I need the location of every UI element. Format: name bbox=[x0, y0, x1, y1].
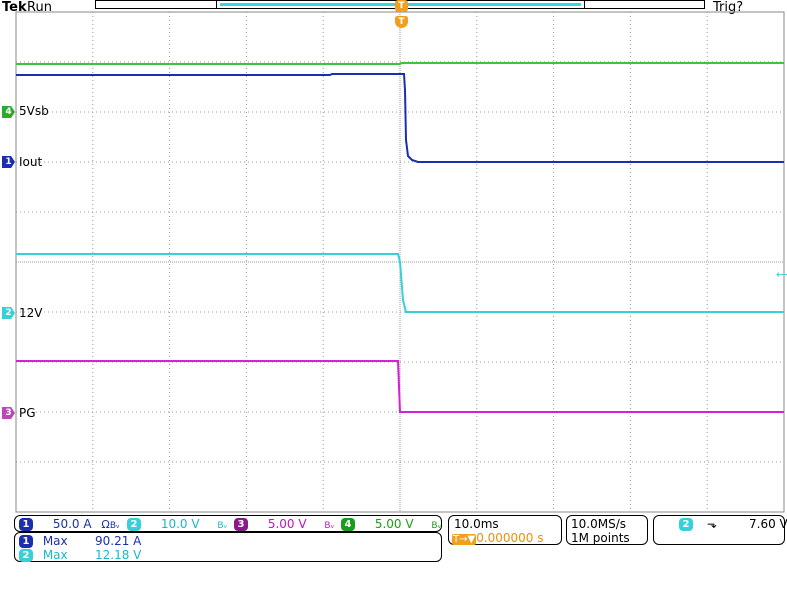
measurement-row: 2 Max 12.18 V bbox=[19, 548, 141, 562]
ch2-scale-value: 10.0 V bbox=[160, 517, 200, 531]
ch2-bandwidth-icon: Bᵥ bbox=[217, 521, 228, 531]
measurement-row: 1 Max 90.21 A bbox=[19, 534, 141, 548]
horizontal-position: T→▼0.000000 s bbox=[452, 531, 544, 545]
meas1-label: Max bbox=[42, 534, 68, 548]
trigger-level: 7.60 V bbox=[749, 517, 787, 531]
ch3-badge: 3 bbox=[234, 518, 248, 531]
ch4-label: 5Vsb bbox=[19, 104, 49, 118]
ch3-label: PG bbox=[19, 406, 36, 420]
ch1-bandwidth-icon: Bᵥ bbox=[109, 521, 120, 531]
trigger-source-badge: 2 bbox=[679, 518, 693, 531]
ch3-scale-value: 5.00 V bbox=[267, 517, 307, 531]
ch1-label: Iout bbox=[19, 155, 43, 169]
meas2-badge: 2 bbox=[19, 549, 33, 562]
waveform-display: ⟵ bbox=[15, 11, 787, 513]
ch3-scale[interactable]: 3 5.00 V Bᵥ bbox=[234, 517, 334, 531]
trigger-marker-top[interactable]: T bbox=[395, 0, 408, 12]
falling-edge-icon: ⬎ bbox=[706, 517, 717, 531]
ch2-scale[interactable]: 2 10.0 V Bᵥ bbox=[127, 517, 227, 531]
meas2-value: 12.18 V bbox=[95, 548, 142, 562]
meas1-badge: 1 bbox=[19, 535, 33, 548]
meas2-label: Max bbox=[42, 548, 68, 562]
channel-scale-readout[interactable]: 1 50.0 A ΩBᵥ 2 10.0 V Bᵥ 3 5.00 V Bᵥ 4 5… bbox=[14, 515, 442, 532]
ch4-scale-value: 5.00 V bbox=[374, 517, 414, 531]
trigger-settings: 2 ⬎ 7.60 V bbox=[679, 517, 787, 531]
ch3-bandwidth-icon: Bᵥ bbox=[324, 521, 335, 531]
ch1-badge: 1 bbox=[19, 518, 33, 531]
acquisition-readout[interactable]: 10.0MS/s 1M points bbox=[566, 515, 648, 545]
ch1-impedance-icon: Ω bbox=[101, 518, 110, 531]
meas1-value: 90.21 A bbox=[95, 534, 142, 548]
trigger-position-icon: T→▼ bbox=[452, 534, 477, 545]
ch4-bandwidth-icon: Bᵥ bbox=[431, 521, 442, 531]
ch1-scale-value: 50.0 A bbox=[52, 517, 92, 531]
ch1-scale[interactable]: 1 50.0 A ΩBᵥ bbox=[19, 517, 120, 531]
ch2-badge: 2 bbox=[127, 518, 141, 531]
sample-rate: 10.0MS/s bbox=[571, 517, 626, 531]
ch4-badge: 4 bbox=[341, 518, 355, 531]
trigger-readout[interactable]: 2 ⬎ 7.60 V bbox=[653, 515, 787, 545]
ch4-scale[interactable]: 4 5.00 V Bᵥ bbox=[341, 517, 441, 531]
horizontal-position-value: 0.000000 s bbox=[476, 531, 544, 545]
ch4-trace-5vsb bbox=[16, 62, 784, 65]
trigger-level-arrow: ⟵ bbox=[776, 268, 787, 281]
record-length: 1M points bbox=[571, 531, 630, 545]
timebase-readout[interactable]: 10.0ms T→▼0.000000 s bbox=[448, 515, 562, 545]
measurement-readout[interactable]: 1 Max 90.21 A 2 Max 12.18 V bbox=[14, 532, 442, 562]
timebase-scale: 10.0ms bbox=[454, 517, 499, 531]
ch2-label: 12V bbox=[19, 306, 43, 320]
